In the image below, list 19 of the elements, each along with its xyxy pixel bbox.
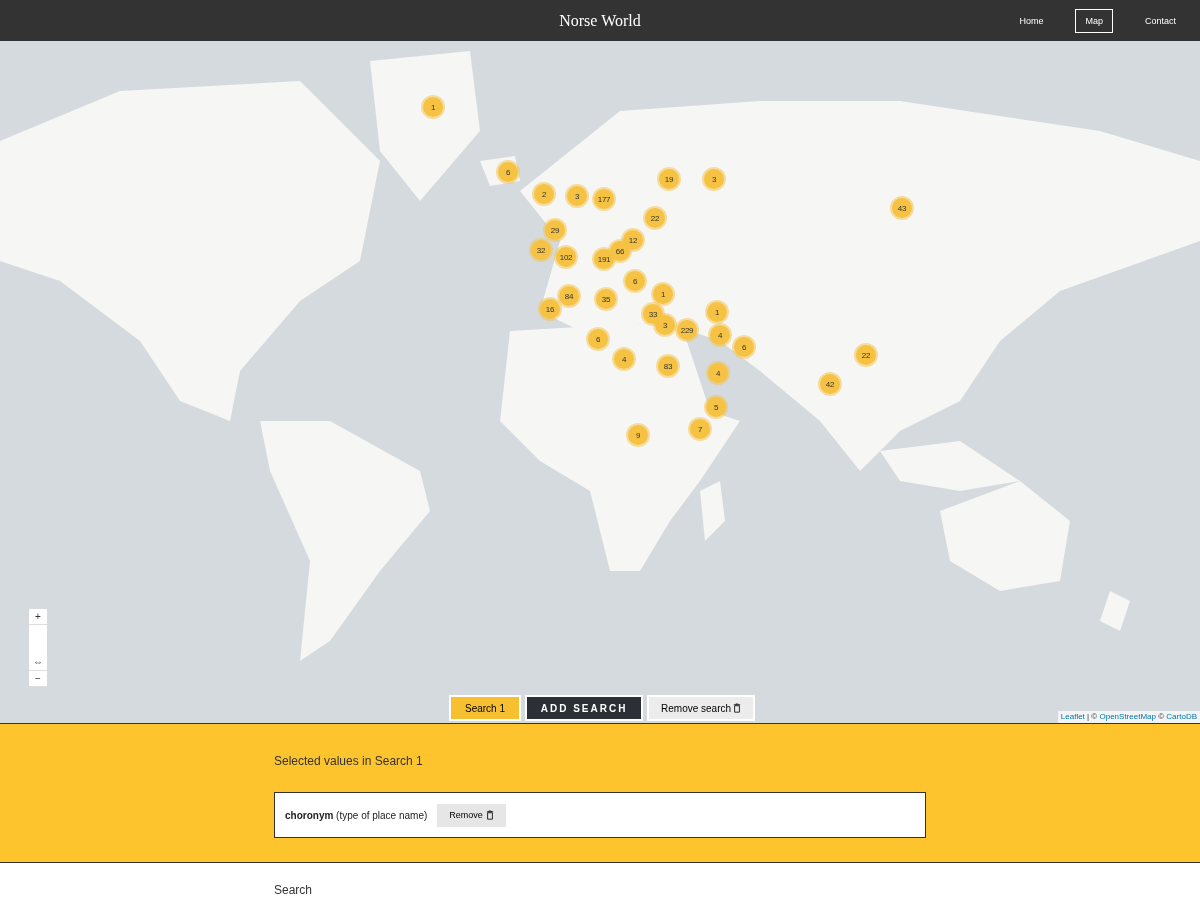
trash-icon — [733, 703, 742, 713]
section-heading: Selected values in Search 1 — [274, 754, 424, 768]
remove-search-button[interactable]: Remove search — [647, 695, 756, 721]
trash-icon — [485, 810, 494, 820]
nav-link[interactable]: Map — [1075, 9, 1113, 33]
site-title: Norse World — [559, 11, 641, 30]
nav-link[interactable]: Contact — [1134, 9, 1186, 33]
zoom-button[interactable]: + — [29, 609, 47, 625]
section-heading: Search — [274, 883, 314, 897]
value-label: choronym (type of place name) — [285, 809, 428, 821]
nav-link[interactable]: Home — [1009, 9, 1054, 33]
search-tab[interactable]: Search 1 — [449, 695, 522, 721]
attribution-text: © — [1157, 712, 1166, 722]
add-search-button[interactable]: ADD SEARCH — [525, 695, 644, 721]
attribution-link[interactable]: OpenStreetMap — [1099, 712, 1156, 722]
attribution-link[interactable]: Leaflet — [1060, 712, 1085, 722]
attribution-text: | © — [1086, 712, 1099, 722]
attribution-link[interactable]: CartoDB — [1166, 712, 1197, 722]
remove-button[interactable]: Remove — [437, 803, 506, 827]
